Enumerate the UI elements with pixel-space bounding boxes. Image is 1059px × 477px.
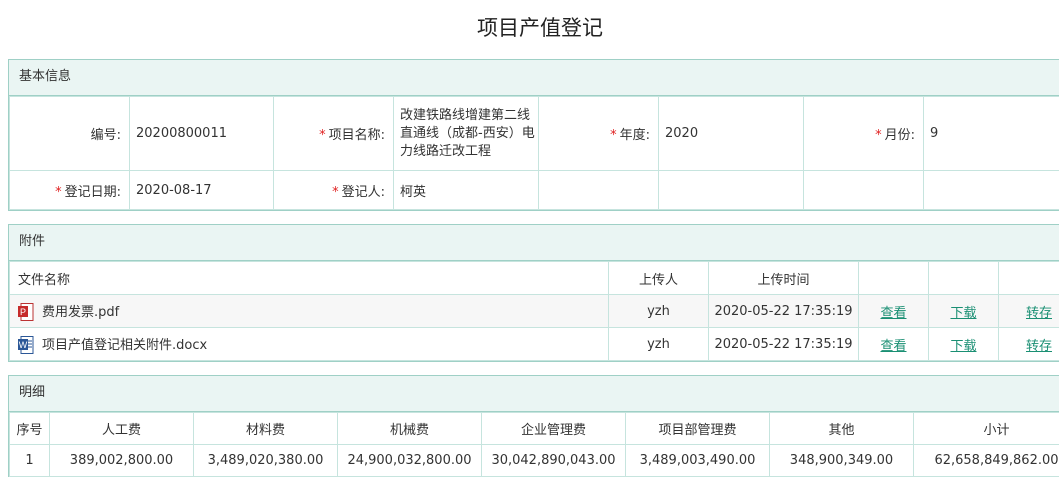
person-value: 柯英 — [393, 170, 539, 210]
required-mark: * — [610, 128, 617, 143]
month-value: 9 — [923, 96, 1059, 171]
empty-cell — [998, 261, 1059, 295]
cell-material: 3,489,020,380.00 — [193, 444, 338, 477]
empty-cell — [658, 170, 804, 210]
col-header-time: 上传时间 — [708, 261, 859, 295]
word-file-icon: W — [18, 336, 34, 355]
svg-text:P: P — [20, 307, 26, 317]
file-name-cell: W 项目产值登记相关附件.docx — [9, 327, 609, 361]
required-mark: * — [875, 128, 882, 143]
col-header-machinery: 机械费 — [337, 412, 482, 445]
col-header-name: 文件名称 — [9, 261, 609, 295]
transfer-cell: 转存 — [998, 294, 1059, 328]
file-name: 项目产值登记相关附件.docx — [42, 337, 208, 353]
upload-time-cell: 2020-05-22 17:35:19 — [708, 327, 859, 361]
year-value: 2020 — [658, 96, 804, 171]
col-header-material: 材料费 — [193, 412, 338, 445]
col-header-uploader: 上传人 — [608, 261, 709, 295]
details-table: 序号 人工费 材料费 机械费 企业管理费 项目部管理费 其他 小计 1 389,… — [9, 412, 1059, 477]
date-label: * 登记日期: — [9, 170, 130, 210]
pdf-file-icon: P — [18, 303, 34, 322]
transfer-link[interactable]: 转存 — [1026, 306, 1052, 321]
cell-enterprise-mgmt: 30,042,890,043.00 — [481, 444, 626, 477]
basic-info-header: 基本信息 — [9, 60, 1059, 96]
download-link[interactable]: 下载 — [950, 306, 976, 321]
col-header-labor: 人工费 — [49, 412, 194, 445]
empty-cell — [538, 170, 659, 210]
upload-time-cell: 2020-05-22 17:35:19 — [708, 294, 859, 328]
svg-text:W: W — [19, 340, 28, 350]
required-mark: * — [55, 184, 62, 200]
project-name-label: * 项目名称: — [273, 96, 394, 171]
month-label: * 月份: — [803, 96, 924, 171]
col-header-enterprise-mgmt: 企业管理费 — [481, 412, 626, 445]
view-cell: 查看 — [858, 327, 929, 361]
view-cell: 查看 — [858, 294, 929, 328]
required-mark: * — [319, 128, 326, 143]
cell-other: 348,900,349.00 — [769, 444, 914, 477]
uploader-cell: yzh — [608, 294, 709, 328]
basic-info-table: 编号: 20200800011 * 项目名称: 改建铁路线增建第二线直通线（成都-… — [9, 96, 1059, 210]
view-link[interactable]: 查看 — [880, 339, 906, 354]
table-row: W 项目产值登记相关附件.docx yzh 2020-05-22 17:35:1… — [9, 327, 1059, 361]
cell-project-mgmt: 3,489,003,490.00 — [625, 444, 770, 477]
code-label: 编号: — [9, 96, 130, 171]
transfer-cell: 转存 — [998, 327, 1059, 361]
required-mark: * — [332, 184, 339, 200]
attachments-panel: 附件 文件名称 上传人 上传时间 P 费用发票.pdf yzh 2020-05-… — [8, 224, 1059, 362]
col-header-other: 其他 — [769, 412, 914, 445]
attachments-header: 附件 — [9, 225, 1059, 261]
empty-cell — [928, 261, 999, 295]
download-cell: 下载 — [928, 327, 999, 361]
col-header-index: 序号 — [9, 412, 50, 445]
page-title: 项目产值登记 — [477, 16, 603, 40]
transfer-link[interactable]: 转存 — [1026, 339, 1052, 354]
table-row: 1 389,002,800.00 3,489,020,380.00 24,900… — [9, 444, 1059, 477]
project-name-value: 改建铁路线增建第二线直通线（成都-西安）电力线路迁改工程 — [393, 96, 539, 171]
empty-cell — [803, 170, 924, 210]
download-link[interactable]: 下载 — [950, 339, 976, 354]
code-value: 20200800011 — [129, 96, 274, 171]
empty-cell — [858, 261, 929, 295]
col-header-subtotal: 小计 — [913, 412, 1059, 445]
attachments-header-row: 文件名称 上传人 上传时间 — [9, 261, 1059, 295]
uploader-cell: yzh — [608, 327, 709, 361]
basic-info-panel: 基本信息 编号: 20200800011 * 项目名称: 改建铁路线增建第二线直通… — [8, 59, 1059, 211]
details-header: 明细 — [9, 376, 1059, 412]
cell-index: 1 — [9, 444, 50, 477]
table-row: P 费用发票.pdf yzh 2020-05-22 17:35:19 查看 下载… — [9, 294, 1059, 328]
details-header-row: 序号 人工费 材料费 机械费 企业管理费 项目部管理费 其他 小计 — [9, 412, 1059, 445]
details-panel: 明细 序号 人工费 材料费 机械费 企业管理费 项目部管理费 其他 小计 1 3… — [8, 375, 1059, 477]
cell-subtotal: 62,658,849,862.00 — [913, 444, 1059, 477]
file-name: 费用发票.pdf — [42, 304, 120, 320]
cell-machinery: 24,900,032,800.00 — [337, 444, 482, 477]
empty-cell — [923, 170, 1059, 210]
date-value: 2020-08-17 — [129, 170, 274, 210]
attachments-table: 文件名称 上传人 上传时间 P 费用发票.pdf yzh 2020-05-22 … — [9, 261, 1059, 361]
year-label: * 年度: — [538, 96, 659, 171]
col-header-project-mgmt: 项目部管理费 — [625, 412, 770, 445]
view-link[interactable]: 查看 — [880, 306, 906, 321]
cell-labor: 389,002,800.00 — [49, 444, 194, 477]
person-label: * 登记人: — [273, 170, 394, 210]
file-name-cell: P 费用发票.pdf — [9, 294, 609, 328]
download-cell: 下载 — [928, 294, 999, 328]
